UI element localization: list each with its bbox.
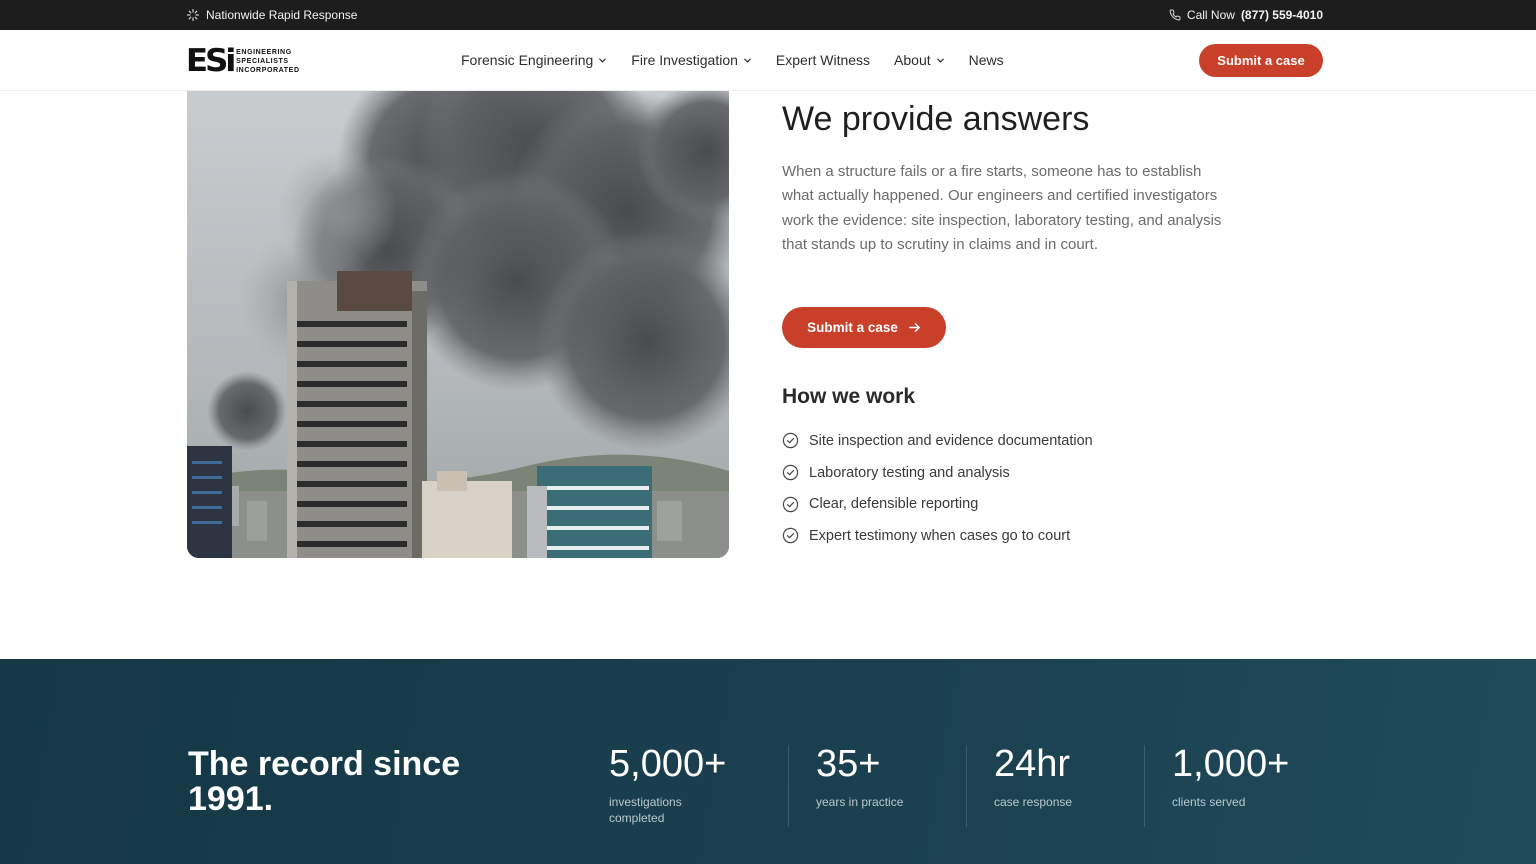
phone-number[interactable]: (877) 559-4010 [1241, 8, 1323, 22]
stat-years: 35+ years in practice [816, 745, 903, 810]
nav-label: Expert Witness [776, 52, 870, 68]
list-item: Expert testimony when cases go to court [782, 520, 1093, 552]
nav-item-news[interactable]: News [969, 52, 1004, 68]
stat-value: 5,000+ [609, 745, 726, 783]
submit-case-label: Submit a case [807, 320, 898, 335]
nav-item-about[interactable]: About [894, 52, 945, 68]
nav-label: News [969, 52, 1004, 68]
logo-line-2: SPECIALISTS [236, 57, 299, 66]
logo-line-1: ENGINEERING [236, 48, 299, 57]
nav-item-expert-witness[interactable]: Expert Witness [776, 52, 870, 68]
logo-wordmark: ENGINEERING SPECIALISTS INCORPORATED [236, 48, 299, 75]
process-list: Site inspection and evidence documentati… [782, 425, 1093, 552]
main-nav: Forensic Engineering Fire Investigation … [461, 52, 1028, 68]
hero-description: When a structure fails or a fire starts,… [782, 160, 1222, 257]
stat-divider [966, 745, 967, 827]
nav-item-fire-investigation[interactable]: Fire Investigation [631, 52, 752, 68]
burning-building-image [187, 91, 729, 558]
stat-divider [788, 745, 789, 827]
record-title: The record since 1991. [188, 747, 518, 817]
site-header: ESi ENGINEERING SPECIALISTS INCORPORATED… [0, 30, 1536, 91]
stat-label: years in practice [816, 794, 903, 810]
phone-icon [1169, 9, 1181, 21]
list-item-text: Clear, defensible reporting [809, 496, 978, 512]
top-bar: Nationwide Rapid Response Call Now (877)… [0, 0, 1536, 30]
stat-value: 24hr [994, 745, 1072, 783]
chevron-down-icon [598, 56, 607, 65]
submit-case-button[interactable]: Submit a case [782, 307, 946, 348]
list-item: Site inspection and evidence documentati… [782, 425, 1093, 457]
stat-value: 1,000+ [1172, 745, 1289, 783]
company-logo[interactable]: ESi ENGINEERING SPECIALISTS INCORPORATED [187, 43, 295, 79]
stat-label: case response [994, 794, 1072, 810]
check-circle-icon [782, 464, 799, 481]
nav-label: Fire Investigation [631, 52, 738, 68]
arrow-right-icon [908, 321, 921, 334]
call-now-label: Call Now [1187, 8, 1235, 22]
chevron-down-icon [936, 56, 945, 65]
stat-divider [1144, 745, 1145, 827]
rapid-response-notice: Nationwide Rapid Response [187, 8, 357, 22]
record-section: The record since 1991. 5,000+ investigat… [0, 659, 1536, 864]
how-we-work-title: How we work [782, 385, 915, 409]
header-submit-case-button[interactable]: Submit a case [1199, 44, 1323, 77]
burning-high-rise-photo [187, 91, 729, 558]
check-circle-icon [782, 496, 799, 513]
stat-response: 24hr case response [994, 745, 1072, 810]
stat-label: clients served [1172, 794, 1289, 810]
list-item: Clear, defensible reporting [782, 488, 1093, 520]
stat-investigations: 5,000+ investigations completed [609, 745, 726, 826]
list-item-text: Expert testimony when cases go to court [809, 528, 1070, 544]
stat-label: investigations completed [609, 794, 719, 826]
nav-item-forensic-engineering[interactable]: Forensic Engineering [461, 52, 607, 68]
list-item: Laboratory testing and analysis [782, 457, 1093, 489]
list-item-text: Site inspection and evidence documentati… [809, 433, 1093, 449]
logo-line-3: INCORPORATED [236, 66, 299, 75]
stat-value: 35+ [816, 745, 903, 783]
nav-label: About [894, 52, 931, 68]
check-circle-icon [782, 527, 799, 544]
list-item-text: Laboratory testing and analysis [809, 465, 1010, 481]
logo-mark: ESi [186, 46, 233, 77]
spark-icon [187, 9, 199, 21]
call-now-link[interactable]: Call Now (877) 559-4010 [1169, 8, 1323, 22]
nav-label: Forensic Engineering [461, 52, 593, 68]
rapid-response-text: Nationwide Rapid Response [206, 8, 357, 22]
check-circle-icon [782, 432, 799, 449]
chevron-down-icon [743, 56, 752, 65]
stat-clients: 1,000+ clients served [1172, 745, 1289, 810]
hero-title: We provide answers [782, 100, 1089, 139]
